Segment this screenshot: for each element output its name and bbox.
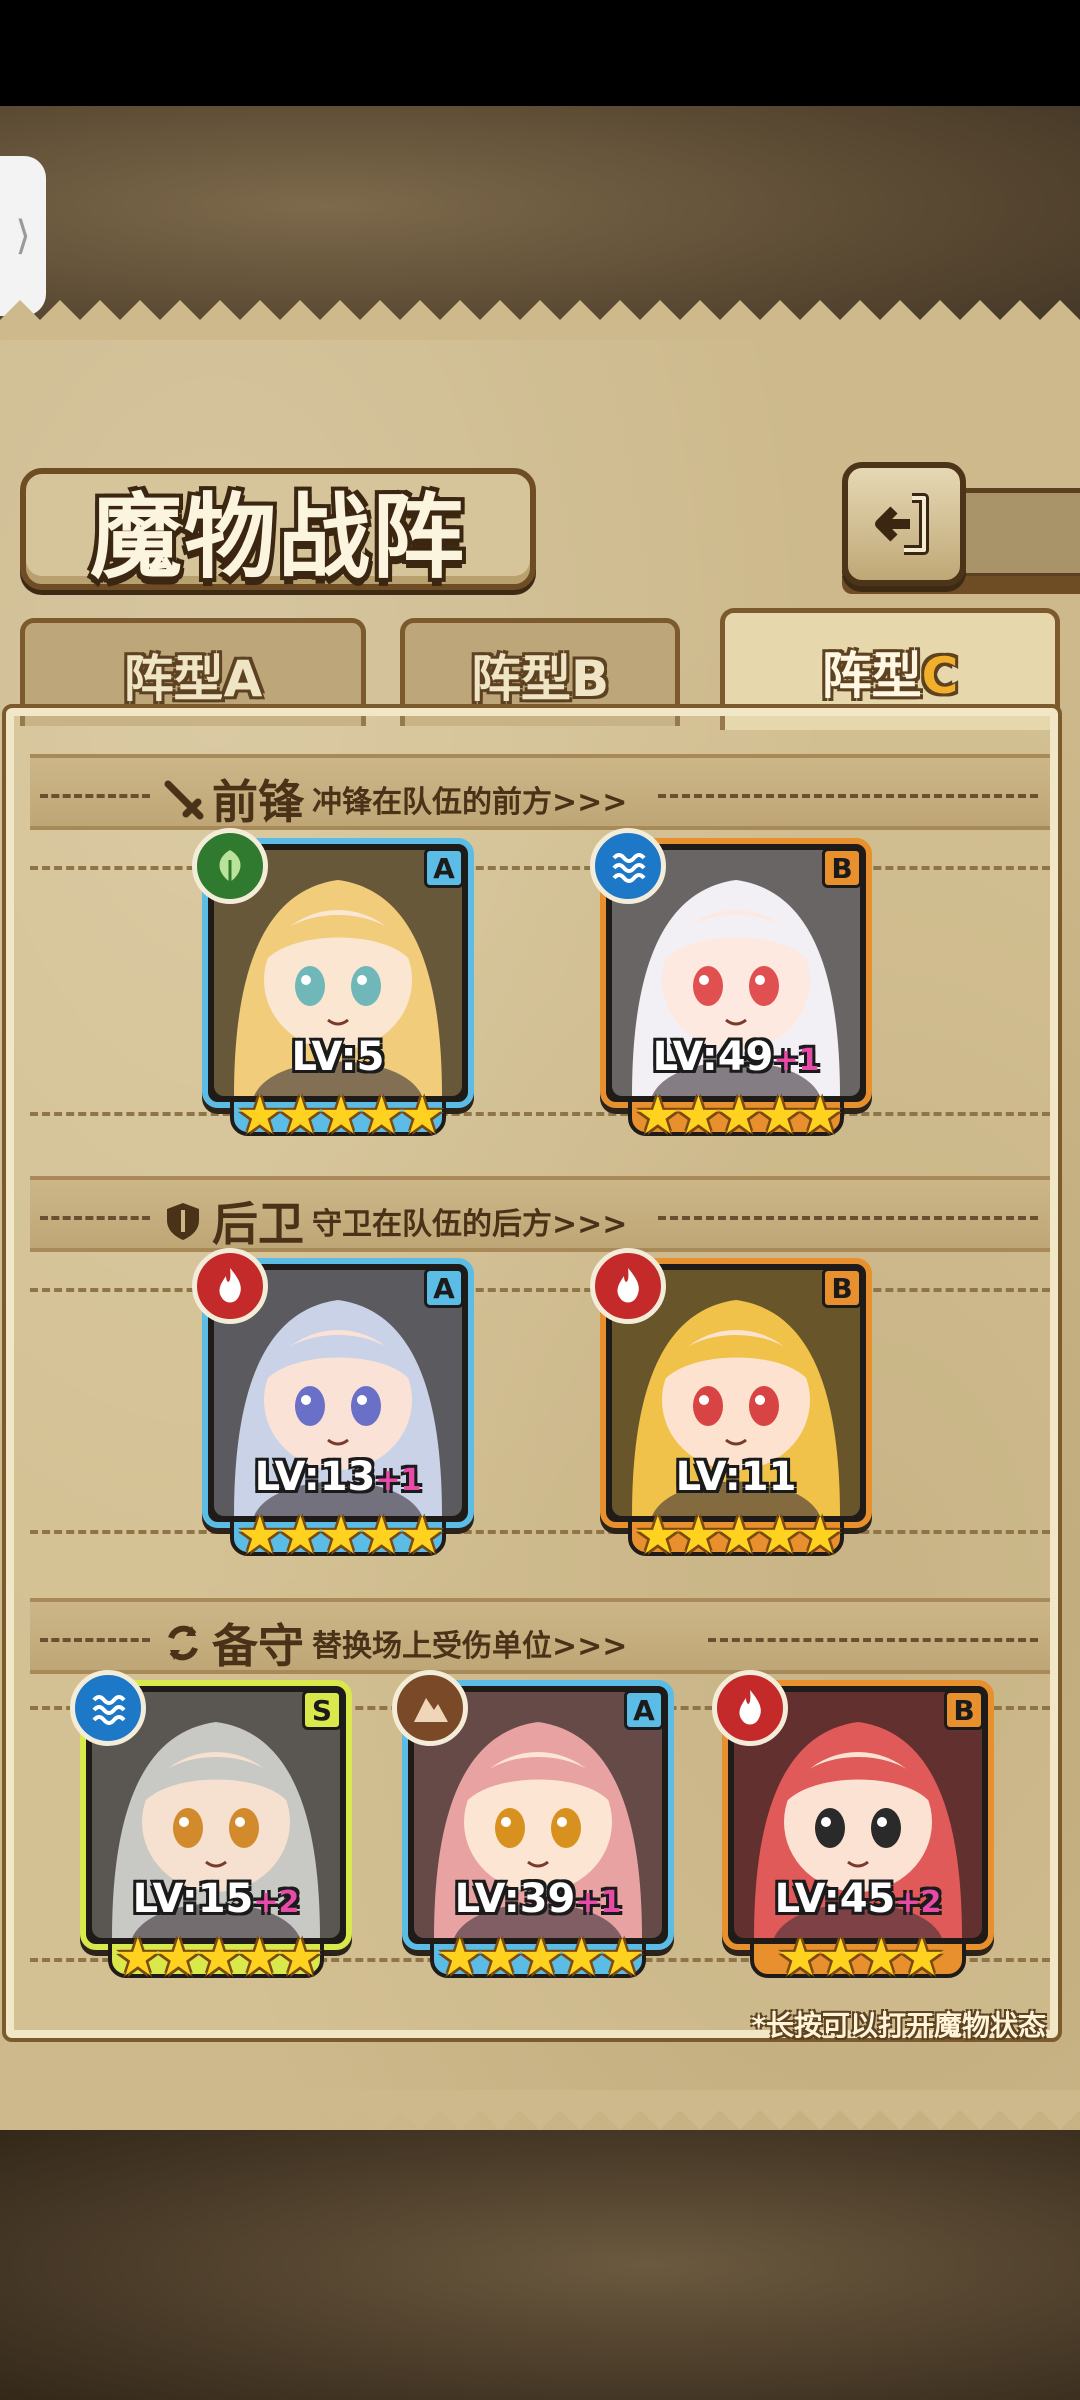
element-fire-icon [712, 1670, 788, 1746]
back-button[interactable] [842, 462, 966, 586]
unit-card[interactable]: S LV:15+2 ★★★★★ [70, 1670, 352, 1984]
unit-level: LV:49+1 [652, 1034, 820, 1080]
rank-badge: A [424, 848, 464, 888]
section-description: 守卫在队伍的后方>>> [312, 1207, 628, 1242]
tab-label: 阵型B [470, 649, 610, 708]
star-rating: ★★★★★ [236, 1086, 445, 1146]
page-title: 魔物战阵 [89, 482, 466, 591]
rank-badge: B [822, 848, 862, 888]
unit-card[interactable]: A LV:39+1 ★★★★★ [392, 1670, 674, 1984]
unit-level: LV:11 [675, 1454, 797, 1500]
unit-level: LV:45+2 [774, 1876, 942, 1922]
rank-badge: B [822, 1268, 862, 1308]
unit-card[interactable]: B LV:49+1 ★★★★★ [590, 828, 872, 1142]
unit-level: LV:13+1 [254, 1454, 422, 1500]
section-title: 前锋 [212, 775, 304, 829]
star-rating: ★★★★★ [114, 1928, 323, 1988]
world-map-bottom [0, 2130, 1080, 2400]
section-header-rear: 后卫 守卫在队伍的后方>>> [30, 1176, 1050, 1252]
swap-icon [168, 1625, 198, 1661]
torn-edge-bottom [0, 2090, 1080, 2130]
element-water-icon [590, 828, 666, 904]
star-rating: ★★★★★ [436, 1928, 645, 1988]
rank-badge: B [944, 1690, 984, 1730]
element-earth-icon [392, 1670, 468, 1746]
long-press-hint: *长按可以打开魔物状态 [751, 2009, 1046, 2042]
element-fire-icon [192, 1248, 268, 1324]
back-button-rail [960, 488, 1080, 578]
shield-icon [167, 1203, 199, 1240]
rank-badge: A [624, 1690, 664, 1730]
star-rating: ★★★★★ [634, 1506, 843, 1566]
unit-level: LV:5 [291, 1034, 385, 1080]
chevron-right-icon: ⟩ [15, 213, 31, 259]
section-description: 冲锋在队伍的前方>>> [312, 785, 628, 820]
element-nature-icon [192, 828, 268, 904]
section-header-front: 前锋 冲锋在队伍的前方>>> [30, 754, 1050, 830]
rank-badge: S [302, 1690, 342, 1730]
return-arrow-icon [875, 493, 929, 555]
unit-level: LV:15+2 [132, 1876, 300, 1922]
sword-icon [164, 780, 204, 820]
element-fire-icon [590, 1248, 666, 1324]
unit-card[interactable]: A LV:13+1 ★★★★★ [192, 1248, 474, 1562]
star-rating: ★★★★★ [236, 1506, 445, 1566]
section-header-reserve: 备守 替换场上受伤单位>>> [30, 1598, 1050, 1674]
title-plate: 魔物战阵 [20, 468, 536, 591]
unit-card[interactable]: B LV:11 ★★★★★ [590, 1248, 872, 1562]
side-drawer-handle[interactable]: ⟩ [0, 156, 46, 316]
rank-badge: A [424, 1268, 464, 1308]
section-description: 替换场上受伤单位>>> [312, 1629, 628, 1664]
status-bar [0, 0, 1080, 106]
tab-label: 阵型A [123, 649, 263, 708]
section-title: 后卫 [212, 1197, 304, 1251]
star-rating: ★★★★ [776, 1928, 945, 1988]
unit-card[interactable]: A LV:5 ★★★★★ [192, 828, 474, 1142]
element-water-icon [70, 1670, 146, 1746]
tab-label: 阵型C [821, 646, 959, 705]
torn-edge-top [0, 300, 1080, 340]
section-title: 备守 [212, 1619, 304, 1673]
star-rating: ★★★★★ [634, 1086, 843, 1146]
unit-card[interactable]: B LV:45+2 ★★★★ [712, 1670, 994, 1984]
unit-level: LV:39+1 [454, 1876, 622, 1922]
